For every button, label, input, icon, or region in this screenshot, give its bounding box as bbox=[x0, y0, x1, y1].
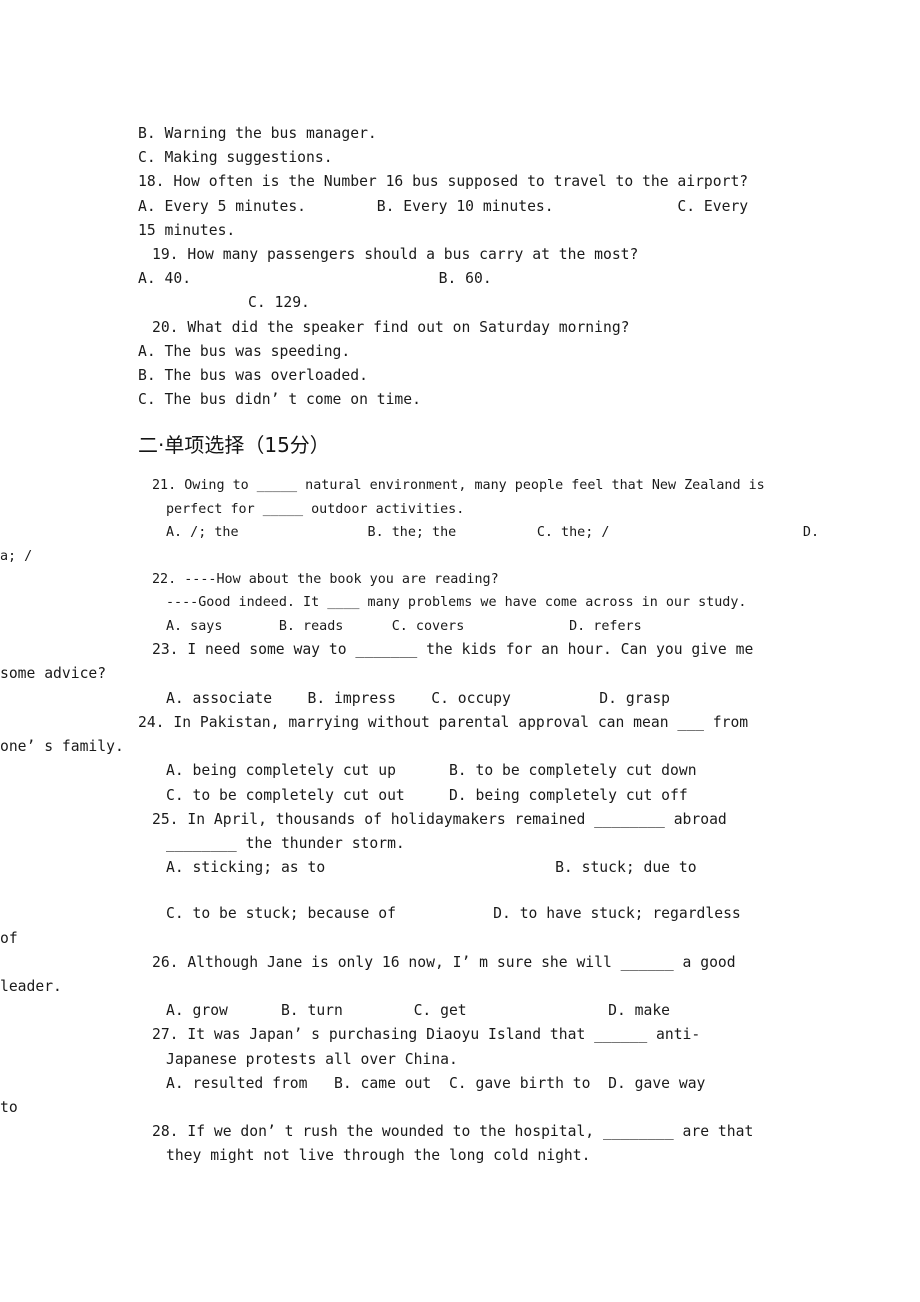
option-line: B. The bus was overloaded. bbox=[138, 367, 368, 385]
question-27: 27. It was Japan’ s purchasing Diaoyu Is… bbox=[0, 1023, 785, 1120]
option-line-cont: a; / bbox=[0, 548, 33, 564]
question-stem: 18. How often is the Number 16 bus suppo… bbox=[138, 173, 749, 191]
option-line: 15 minutes. bbox=[138, 221, 236, 239]
question-stem: 21. Owing to _____ natural environment, … bbox=[152, 478, 765, 494]
question-stem-cont: Japanese protests all over China. bbox=[166, 1050, 458, 1068]
question-stem: 28. If we don’ t rush the wounded to the… bbox=[152, 1123, 754, 1141]
question-stem-cont: ________ the thunder storm. bbox=[166, 834, 405, 852]
question-18: 18. How often is the Number 16 bus suppo… bbox=[138, 170, 785, 243]
question-stem-cont: one’ s family. bbox=[0, 738, 124, 756]
question-25: 25. In April, thousands of holidaymakers… bbox=[0, 808, 785, 951]
option-line: C. to be stuck; because of D. to have st… bbox=[166, 905, 741, 923]
section-heading-multiple-choice: 二·单项选择（15分） bbox=[138, 433, 330, 458]
option-line: B. Warning the bus manager. bbox=[138, 125, 377, 142]
question-20: 20. What did the speaker find out on Sat… bbox=[138, 316, 785, 413]
question-stem-cont: they might not live through the long col… bbox=[166, 1147, 591, 1165]
exam-page: B. Warning the bus manager. C. Making su… bbox=[0, 0, 920, 1302]
question-stem: 26. Although Jane is only 16 now, I’ m s… bbox=[152, 953, 736, 971]
question-stem: 25. In April, thousands of holidaymakers… bbox=[152, 810, 727, 828]
question-stem: 23. I need some way to _______ the kids … bbox=[152, 641, 754, 659]
option-line: A. says B. reads C. covers D. refers bbox=[166, 618, 642, 634]
question-21: 21. Owing to _____ natural environment, … bbox=[0, 474, 820, 568]
question-19: 19. How many passengers should a bus car… bbox=[138, 243, 785, 316]
question-26: 26. Although Jane is only 16 now, I’ m s… bbox=[0, 951, 785, 1024]
option-line: A. /; the B. the; the C. the; / D. bbox=[166, 525, 820, 541]
option-line: C. The bus didn’ t come on time. bbox=[138, 391, 421, 409]
question-stem: 24. In Pakistan, marrying without parent… bbox=[138, 713, 749, 731]
question-23: 23. I need some way to _______ the kids … bbox=[0, 638, 785, 711]
option-line: A. associate B. impress C. occupy D. gra… bbox=[166, 689, 671, 707]
option-row-gap bbox=[138, 880, 785, 902]
question-stem: 27. It was Japan’ s purchasing Diaoyu Is… bbox=[152, 1026, 701, 1044]
option-line: A. The bus was speeding. bbox=[138, 342, 351, 360]
option-line-cont: of bbox=[0, 929, 18, 947]
option-line-cont: to bbox=[0, 1098, 18, 1116]
option-line: A. resulted from B. came out C. gave bir… bbox=[166, 1074, 706, 1092]
question-24: 24. In Pakistan, marrying without parent… bbox=[0, 711, 785, 808]
option-line: A. 40. B. 60. bbox=[138, 270, 492, 288]
question-stem-cont: leader. bbox=[0, 977, 62, 995]
question-stem: 20. What did the speaker find out on Sat… bbox=[152, 318, 630, 336]
question-17-options: B. Warning the bus manager. C. Making su… bbox=[138, 122, 785, 170]
option-line: C. 129. bbox=[248, 294, 310, 312]
option-line: A. sticking; as to B. stuck; due to bbox=[166, 859, 697, 877]
question-28: 28. If we don’ t rush the wounded to the… bbox=[138, 1120, 785, 1168]
question-stem-cont: ----Good indeed. It ____ many problems w… bbox=[166, 595, 747, 611]
option-line: C. Making suggestions. bbox=[138, 149, 333, 167]
option-line: C. to be completely cut out D. being com… bbox=[166, 786, 688, 804]
option-line: A. grow B. turn C. get D. make bbox=[166, 1002, 671, 1020]
question-stem-cont: perfect for _____ outdoor activities. bbox=[166, 501, 465, 517]
question-stem: 19. How many passengers should a bus car… bbox=[152, 246, 639, 264]
question-stem-cont: some advice? bbox=[0, 665, 107, 683]
option-line: A. being completely cut up B. to be comp… bbox=[166, 762, 697, 780]
option-line: A. Every 5 minutes. B. Every 10 minutes.… bbox=[138, 197, 749, 215]
question-22: 22. ----How about the book you are readi… bbox=[138, 568, 785, 638]
question-stem: 22. ----How about the book you are readi… bbox=[152, 572, 499, 588]
